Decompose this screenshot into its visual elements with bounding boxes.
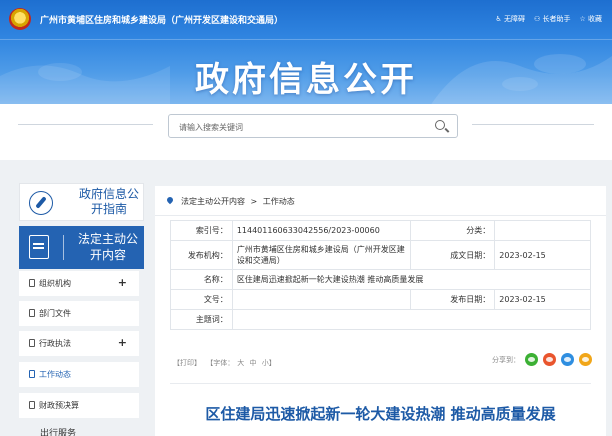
content-divider — [170, 383, 591, 384]
doc-number-label: 文号： — [170, 289, 233, 310]
content-panel: 法定主动公开内容 > 工作动态 索引号： 114401160633042556/… — [155, 186, 606, 436]
doc-number-value — [231, 289, 411, 310]
org-value: 广州市黄埔区住房和城乡建设局（广州开发区建设和交通局） — [231, 240, 411, 270]
article-title: 区住建局迅速掀起新一轮大建设热潮 推动高质量发展 — [205, 405, 556, 423]
print-button[interactable]: 【打印】 — [173, 359, 201, 367]
national-emblem-icon — [9, 8, 31, 30]
search-divider-right — [472, 124, 594, 125]
top-links: ♿ 无障碍 ⚇ 长者助手 ☆ 收藏 — [495, 14, 602, 24]
created-date-value: 2023-02-15 — [494, 240, 591, 270]
qzone-share-icon[interactable] — [579, 353, 592, 366]
search-icon[interactable] — [435, 120, 445, 130]
table-row: 主题词： — [170, 309, 592, 330]
sidebar-more-label[interactable]: 出行服务 — [40, 426, 76, 436]
org-label: 发布机构： — [170, 240, 233, 270]
location-pin-icon — [165, 195, 175, 205]
sidebar-item-law-enforcement[interactable]: 行政执法 + — [19, 331, 139, 356]
sidebar-guide-label: 政府信息公开指南 — [78, 187, 139, 216]
expand-plus-icon[interactable]: + — [118, 336, 127, 349]
accessibility-label: 无障碍 — [503, 15, 525, 23]
weibo-share-icon[interactable] — [543, 353, 556, 366]
search-divider-left — [18, 124, 153, 125]
sidebar-item-work-news[interactable]: 工作动态 — [19, 362, 139, 387]
sidebar-item-label: 财政预决算 — [39, 401, 79, 410]
breadcrumb-link-public-content[interactable]: 法定主动公开内容 — [181, 197, 245, 206]
qq-share-icon[interactable] — [561, 353, 574, 366]
doc-small-icon — [29, 279, 35, 287]
doc-small-icon — [29, 309, 35, 317]
wechat-share-icon[interactable] — [525, 353, 538, 366]
category-label: 分类： — [409, 220, 496, 241]
info-table: 索引号： 114401160633042556/2023-00060 分类： 发… — [170, 220, 592, 330]
sidebar-item-organization[interactable]: 组织机构 + — [19, 271, 139, 296]
card-separator — [63, 235, 64, 260]
breadcrumb-current[interactable]: 工作动态 — [263, 197, 295, 206]
subject-value — [231, 309, 592, 330]
table-row: 发布机构： 广州市黄埔区住房和城乡建设局（广州开发区建设和交通局） 成文日期： … — [170, 240, 591, 270]
elder-assistant-label: 长者助手 — [542, 15, 571, 23]
share-bar: 分享到： — [492, 353, 592, 366]
font-medium-button[interactable]: 中 — [249, 359, 256, 367]
breadcrumb-separator: > — [250, 197, 258, 206]
name-label: 名称： — [170, 269, 233, 290]
publish-date-value: 2023-02-15 — [494, 289, 591, 310]
search-box — [168, 114, 458, 139]
index-value: 114401160633042556/2023-00060 — [231, 220, 411, 241]
index-label: 索引号： — [170, 220, 233, 241]
expand-plus-icon[interactable]: + — [118, 276, 127, 289]
font-small-button[interactable]: 小】 — [262, 359, 276, 367]
site-title[interactable]: 广州市黄埔区住房和城乡建设局（广州开发区建设和交通局） — [40, 13, 283, 26]
sidebar-item-label: 组织机构 — [39, 279, 71, 288]
category-value — [494, 220, 591, 241]
sidebar-active-card[interactable]: 法定主动公开内容 — [19, 226, 144, 269]
elder-assistant-link[interactable]: ⚇ 长者助手 — [534, 14, 571, 24]
header-banner: 广州市黄埔区住房和城乡建设局（广州开发区建设和交通局） ♿ 无障碍 ⚇ 长者助手… — [0, 0, 612, 104]
favorite-label: 收藏 — [588, 15, 602, 23]
table-row: 索引号： 114401160633042556/2023-00060 分类： — [170, 220, 591, 241]
banner-title: 政府信息公开 — [195, 60, 417, 100]
publish-date-label: 发布日期： — [409, 289, 496, 310]
share-label: 分享到： — [492, 355, 520, 364]
breadcrumb-trail: 法定主动公开内容 > 工作动态 — [181, 196, 298, 207]
doc-small-icon — [29, 401, 35, 409]
table-row: 文号： 发布日期： 2023-02-15 — [170, 289, 591, 310]
page: 广州市黄埔区住房和城乡建设局（广州开发区建设和交通局） ♿ 无障碍 ⚇ 长者助手… — [0, 0, 612, 436]
accessibility-link[interactable]: ♿ 无障碍 — [495, 14, 525, 24]
font-size-label: 【字体： — [206, 359, 235, 367]
article-tools: 【打印】 【字体：大 中 小】 — [173, 358, 279, 368]
sidebar-item-department-files[interactable]: 部门文件 — [19, 301, 139, 326]
name-value: 区住建局迅速掀起新一轮大建设热潮 推动高质量发展 — [231, 269, 592, 290]
breadcrumb: 法定主动公开内容 > 工作动态 — [155, 186, 606, 216]
search-input[interactable] — [169, 116, 419, 139]
sidebar-guide-card[interactable]: 政府信息公开指南 — [19, 183, 144, 221]
created-date-label: 成文日期： — [409, 240, 496, 270]
document-icon — [29, 235, 49, 259]
doc-small-icon — [29, 339, 35, 347]
sidebar-item-label: 行政执法 — [39, 339, 71, 348]
sidebar-item-label: 工作动态 — [39, 370, 71, 379]
sidebar-item-budget[interactable]: 财政预决算 — [19, 393, 139, 418]
subject-label: 主题词： — [170, 309, 233, 330]
top-bar: 广州市黄埔区住房和城乡建设局（广州开发区建设和交通局） ♿ 无障碍 ⚇ 长者助手… — [0, 0, 612, 40]
doc-small-icon — [29, 370, 35, 378]
sidebar-item-label: 部门文件 — [39, 309, 71, 318]
font-large-button[interactable]: 大 — [237, 359, 244, 367]
compass-icon — [29, 191, 53, 215]
sidebar-active-label: 法定主动公开内容 — [77, 232, 138, 262]
table-row: 名称： 区住建局迅速掀起新一轮大建设热潮 推动高质量发展 — [170, 269, 592, 290]
favorite-link[interactable]: ☆ 收藏 — [579, 14, 602, 24]
